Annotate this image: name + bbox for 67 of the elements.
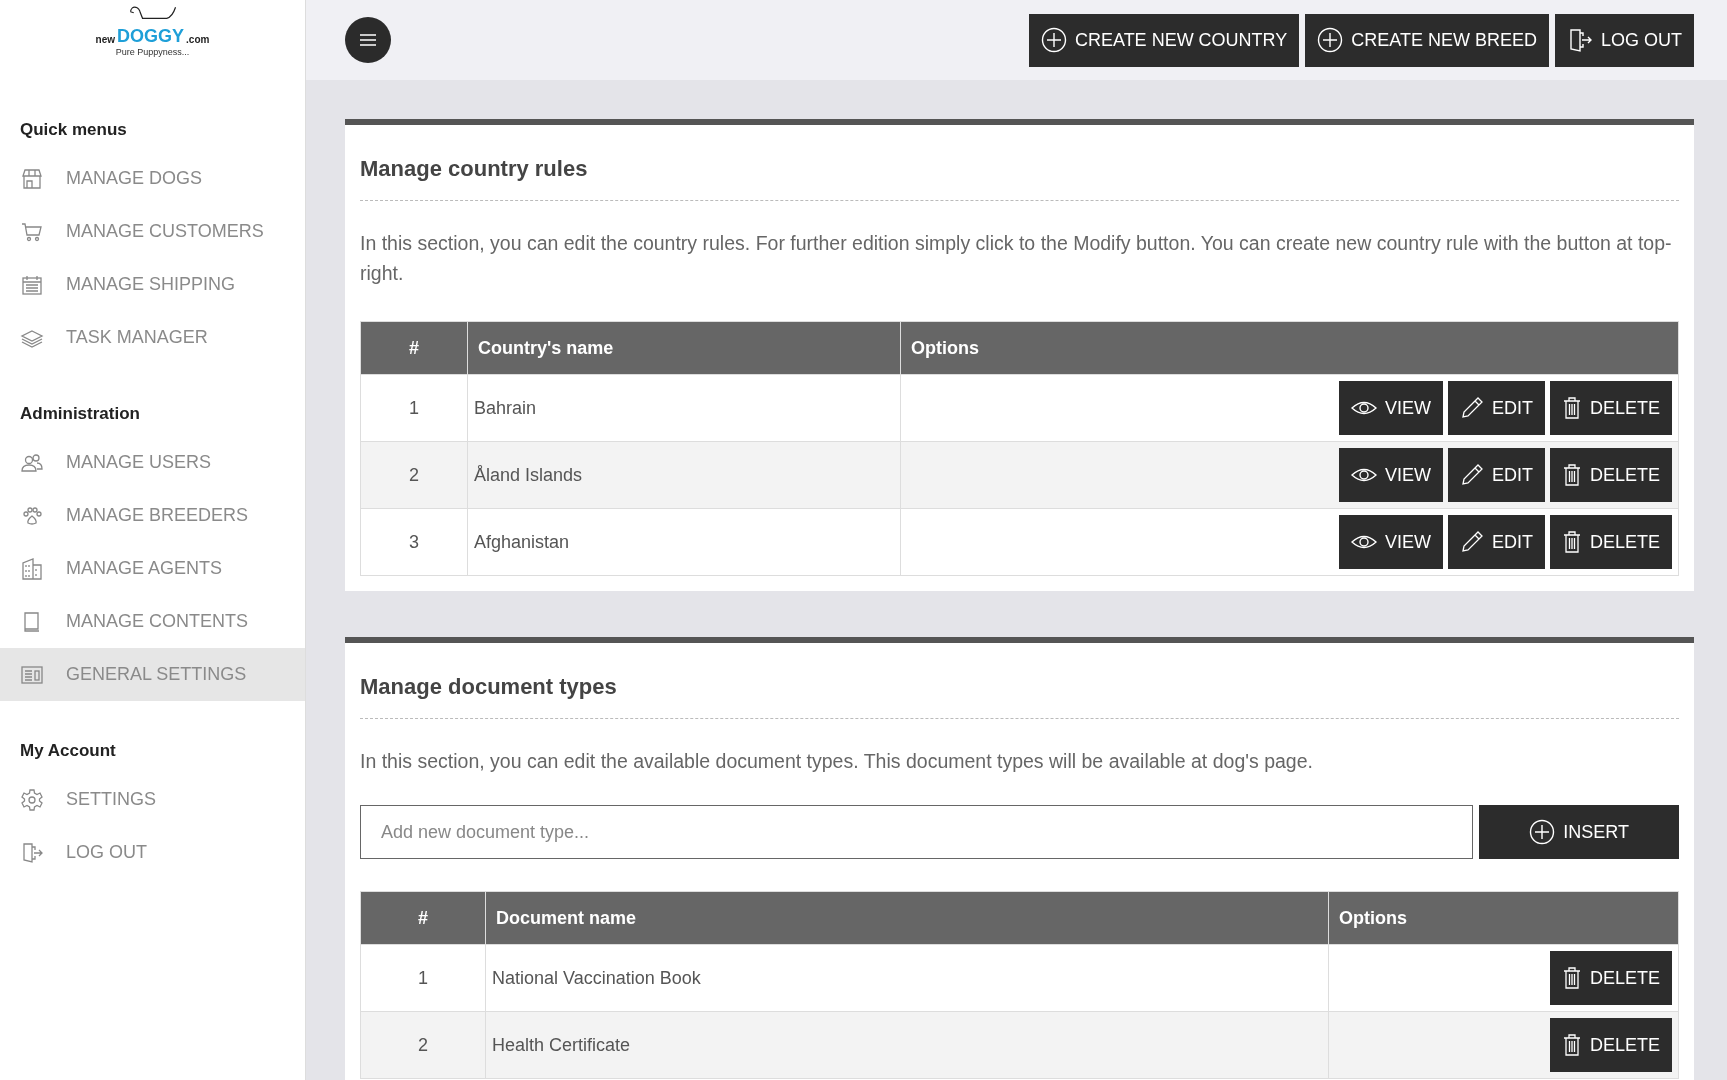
sidebar-item[interactable]: LOG OUT (0, 826, 305, 879)
trash-icon (1561, 463, 1582, 487)
logout-icon (1567, 27, 1593, 53)
view-button[interactable]: VIEW (1338, 381, 1443, 435)
settings-icon (20, 787, 44, 812)
trash-icon (1561, 396, 1582, 420)
table-cell: National Vaccination Book (485, 944, 1329, 1012)
insert-button[interactable]: INSERT (1479, 805, 1679, 859)
table-cell: Health Certificate (485, 1011, 1329, 1079)
menu-section-heading: Administration (19, 404, 141, 424)
eye-icon (1350, 533, 1377, 551)
edit-button[interactable]: EDIT (1447, 381, 1545, 435)
trash-icon (1561, 966, 1582, 990)
section-title: Manage document types (360, 674, 1679, 719)
table-cell: Åland Islands (467, 441, 901, 509)
eye-icon (1350, 466, 1377, 484)
pencil-icon (1459, 530, 1484, 554)
column-header: # (360, 321, 468, 375)
building-icon (20, 556, 44, 581)
logo-tagline: Pure Puppyness... (115, 47, 190, 57)
plus-circle-icon (1529, 819, 1556, 845)
delete-button[interactable]: DELETE (1549, 1018, 1672, 1072)
table-cell: 1 (360, 374, 468, 442)
storefront-icon (20, 166, 44, 191)
column-header: # (360, 891, 486, 945)
plus-circle-icon (1317, 27, 1344, 53)
pencil-icon (1459, 396, 1484, 420)
table-cell: 2 (360, 441, 468, 509)
table-cell: Afghanistan (467, 508, 901, 576)
column-header: Country's name (467, 321, 901, 375)
create-button[interactable]: CREATE NEW BREED (1305, 13, 1549, 67)
plus-circle-icon (1040, 27, 1067, 53)
menu-section-heading: My Account (19, 741, 117, 761)
delete-button[interactable]: DELETE (1549, 951, 1672, 1005)
logout-icon (20, 840, 44, 865)
delete-button[interactable]: DELETE (1549, 381, 1672, 435)
view-button[interactable]: VIEW (1338, 515, 1443, 569)
sidebar-item[interactable]: MANAGE DOGS (0, 152, 305, 205)
logo-text: DOGGY (117, 27, 185, 45)
logo-text: .com (186, 34, 210, 45)
section-description: In this section, you can edit the available document types. This document types will be available at dog's page. (360, 749, 1314, 774)
table-cell: 1 (360, 944, 486, 1012)
create-button[interactable]: CREATE NEW COUNTRY (1028, 13, 1300, 67)
trash-icon (1561, 530, 1582, 554)
menu-section-heading: Quick menus (19, 120, 128, 140)
column-header: Options (1328, 891, 1679, 945)
section-description: In this section, you can edit the country rules. For further edition simply click to the Modify button. You can create new country rule with the button at top-right. (360, 231, 1673, 286)
table-cell: 2 (360, 1011, 486, 1079)
sidebar-item[interactable]: TASK MANAGER (0, 311, 305, 364)
pencil-icon (1459, 463, 1484, 487)
edit-button[interactable]: EDIT (1447, 448, 1545, 502)
edit-button[interactable]: EDIT (1447, 515, 1545, 569)
sidebar-item[interactable]: MANAGE CONTENTS (0, 595, 305, 648)
trash-icon (1561, 1033, 1582, 1057)
column-header: Options (900, 321, 1679, 375)
logo-text: new (95, 34, 116, 45)
section-title: Manage country rules (360, 156, 1679, 201)
delete-button[interactable]: DELETE (1549, 515, 1672, 569)
view-button[interactable]: VIEW (1338, 448, 1443, 502)
input-field[interactable]: Add new document type... (360, 805, 1474, 859)
table-cell: Bahrain (467, 374, 901, 442)
eye-icon (1350, 399, 1377, 417)
menu-button[interactable] (345, 17, 391, 63)
logout-button[interactable]: LOG OUT (1555, 13, 1694, 67)
table-cell: 3 (360, 508, 468, 576)
delete-button[interactable]: DELETE (1549, 448, 1672, 502)
column-header: Document name (485, 891, 1329, 945)
